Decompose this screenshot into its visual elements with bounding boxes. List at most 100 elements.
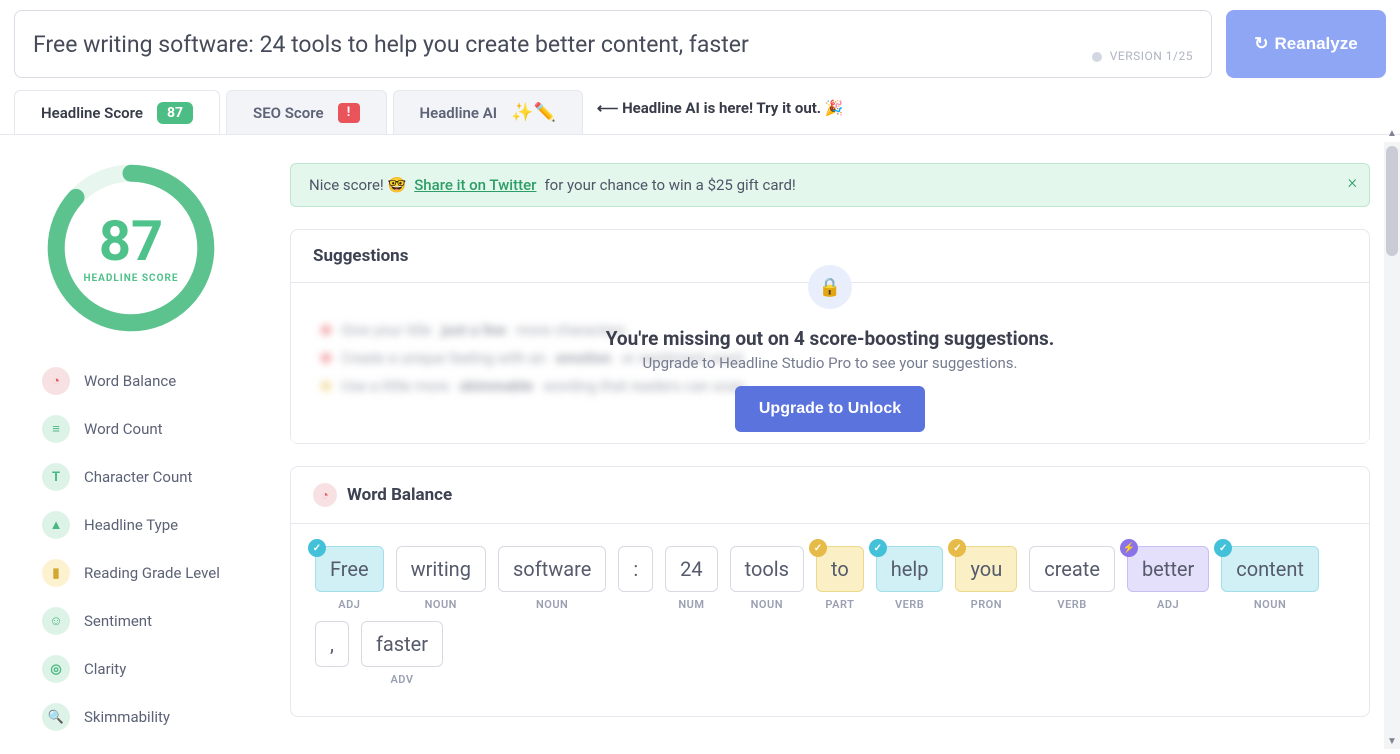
left-sidebar: 87 HEADLINE SCORE ◔ Word Balance ≡ Word Cou… [0, 135, 290, 754]
word-mark-icon: ✓ [948, 539, 966, 557]
headline-text: Free writing software: 24 tools to help … [33, 31, 749, 58]
nav-icon: ≡ [42, 415, 70, 443]
reanalyze-icon: ↻ [1254, 34, 1268, 54]
word-token: help✓ VERB [876, 546, 944, 611]
nav-icon: ◔ [42, 367, 70, 395]
word-pos: PRON [971, 598, 1002, 611]
word-token: writing NOUN [396, 546, 486, 611]
nav-icon: ☺ [42, 607, 70, 635]
nav-label: Reading Grade Level [84, 564, 220, 582]
scroll-thumb[interactable] [1386, 146, 1398, 256]
reanalyze-button[interactable]: ↻ Reanalyze [1226, 10, 1386, 78]
word-token: software NOUN [498, 546, 606, 611]
word-box: faster [361, 621, 443, 667]
word-token: you✓ PRON [955, 546, 1017, 611]
version-label: VERSION 1/25 [1092, 49, 1193, 63]
scroll-down-icon[interactable]: ▼ [1384, 736, 1400, 747]
word-token: create VERB [1029, 546, 1115, 611]
nav-label: Clarity [84, 660, 126, 678]
nav-item-character-count[interactable]: T Character Count [38, 453, 272, 501]
word-box: : [618, 546, 653, 592]
word-box: writing [396, 546, 486, 592]
word-token: to✓ PART [816, 546, 864, 611]
nav-icon: 🔍 [42, 703, 70, 731]
word-box: create [1029, 546, 1115, 592]
word-pos: VERB [1057, 598, 1086, 611]
upgrade-subtext: Upgrade to Headline Studio Pro to see yo… [642, 354, 1017, 372]
nav-item-clarity[interactable]: ◎ Clarity [38, 645, 272, 693]
word-mark-icon: ✓ [308, 539, 326, 557]
word-pos: NOUN [751, 598, 783, 611]
word-token: , [315, 621, 349, 686]
upgrade-headline: You're missing out on 4 score-boosting s… [606, 327, 1055, 350]
word-box: Free✓ [315, 546, 384, 592]
nav-icon: ◎ [42, 655, 70, 683]
word-balance-body: Free✓ ADJ writing NOUN software NOUN:24 NUM too… [291, 524, 1369, 716]
word-token: Free✓ ADJ [315, 546, 384, 611]
share-banner: Nice score! 🤓 Share it on Twitter for yo… [290, 163, 1370, 207]
score-label: HEADLINE SCORE [83, 273, 178, 284]
word-box: , [315, 621, 349, 667]
word-pos: NUM [678, 598, 704, 611]
share-twitter-link[interactable]: Share it on Twitter [414, 176, 536, 194]
tab-headline-score[interactable]: Headline Score 87 [14, 90, 220, 134]
word-box: you✓ [955, 546, 1017, 592]
word-token: tools NOUN [730, 546, 804, 611]
tab-headline-ai[interactable]: Headline AI ✨✏️ [393, 90, 583, 134]
scroll-up-icon[interactable]: ▲ [1384, 128, 1400, 139]
score-ring: 87 HEADLINE SCORE [46, 163, 216, 333]
ai-promo-text: ⟵ Headline AI is here! Try it out. 🎉 [597, 99, 844, 125]
nav-label: Headline Type [84, 516, 178, 534]
nav-item-reading-grade-level[interactable]: ▮ Reading Grade Level [38, 549, 272, 597]
tab-seo-score[interactable]: SEO Score [226, 90, 386, 134]
word-token: 24 NUM [665, 546, 717, 611]
word-pos: PART [825, 598, 854, 611]
word-mark-icon: ⚡ [1120, 539, 1138, 557]
headline-input-box[interactable]: Free writing software: 24 tools to help … [14, 10, 1212, 78]
word-balance-title: Word Balance [347, 485, 452, 505]
tabs-row: Headline Score 87 SEO Score Headline AI … [0, 84, 1400, 135]
nav-label: Word Balance [84, 372, 176, 390]
word-pos: ADJ [1157, 598, 1179, 611]
nav-item-skimmability[interactable]: 🔍 Skimmability [38, 693, 272, 741]
nav-icon: ▮ [42, 559, 70, 587]
word-box: content✓ [1221, 546, 1319, 592]
lock-icon: 🔒 [808, 265, 852, 309]
word-pos: VERB [895, 598, 924, 611]
nav-item-sentiment[interactable]: ☺Sentiment [38, 597, 272, 645]
word-pos: ADJ [338, 598, 360, 611]
upgrade-overlay: 🔒 You're missing out on 4 score-boosting… [291, 283, 1369, 443]
upgrade-button[interactable]: Upgrade to Unlock [735, 386, 925, 432]
word-box: 24 [665, 546, 717, 592]
nav-item-word-count[interactable]: ≡ Word Count [38, 405, 272, 453]
scrollbar[interactable]: ▲ ▼ [1384, 142, 1400, 749]
word-box: to✓ [816, 546, 864, 592]
word-pos: NOUN [425, 598, 457, 611]
word-mark-icon: ✓ [1214, 539, 1232, 557]
nav-icon: ▲ [42, 511, 70, 539]
word-box: software [498, 546, 606, 592]
word-box: help✓ [876, 546, 944, 592]
word-pos: ADV [390, 673, 413, 686]
word-box: tools [730, 546, 804, 592]
word-mark-icon: ✓ [869, 539, 887, 557]
headline-score-badge: 87 [157, 102, 193, 124]
nav-label: Character Count [84, 468, 192, 486]
suggestions-card: Suggestions Give your title just a few m… [290, 229, 1370, 444]
nav-item-word-balance[interactable]: ◔ Word Balance [38, 357, 272, 405]
nav-icon: T [42, 463, 70, 491]
section-nav-list: ◔ Word Balance ≡ Word Count T Character Count… [38, 357, 272, 741]
nav-item-headline-type[interactable]: ▲ Headline Type [38, 501, 272, 549]
seo-warning-icon [338, 103, 360, 123]
banner-close-icon[interactable]: × [1348, 172, 1357, 193]
score-number: 87 [99, 213, 163, 269]
word-mark-icon: ✓ [809, 539, 827, 557]
nav-label: Skimmability [84, 708, 170, 726]
ai-pencil-icon: ✨✏️ [511, 102, 556, 123]
word-pos: NOUN [536, 598, 568, 611]
word-token: faster ADV [361, 621, 443, 686]
word-box: better⚡ [1127, 546, 1209, 592]
nav-label: Word Count [84, 420, 163, 438]
word-balance-card: ◔ Word Balance Free✓ADJwritingNOUNsoftwa… [290, 466, 1370, 717]
word-balance-icon: ◔ [313, 483, 337, 507]
